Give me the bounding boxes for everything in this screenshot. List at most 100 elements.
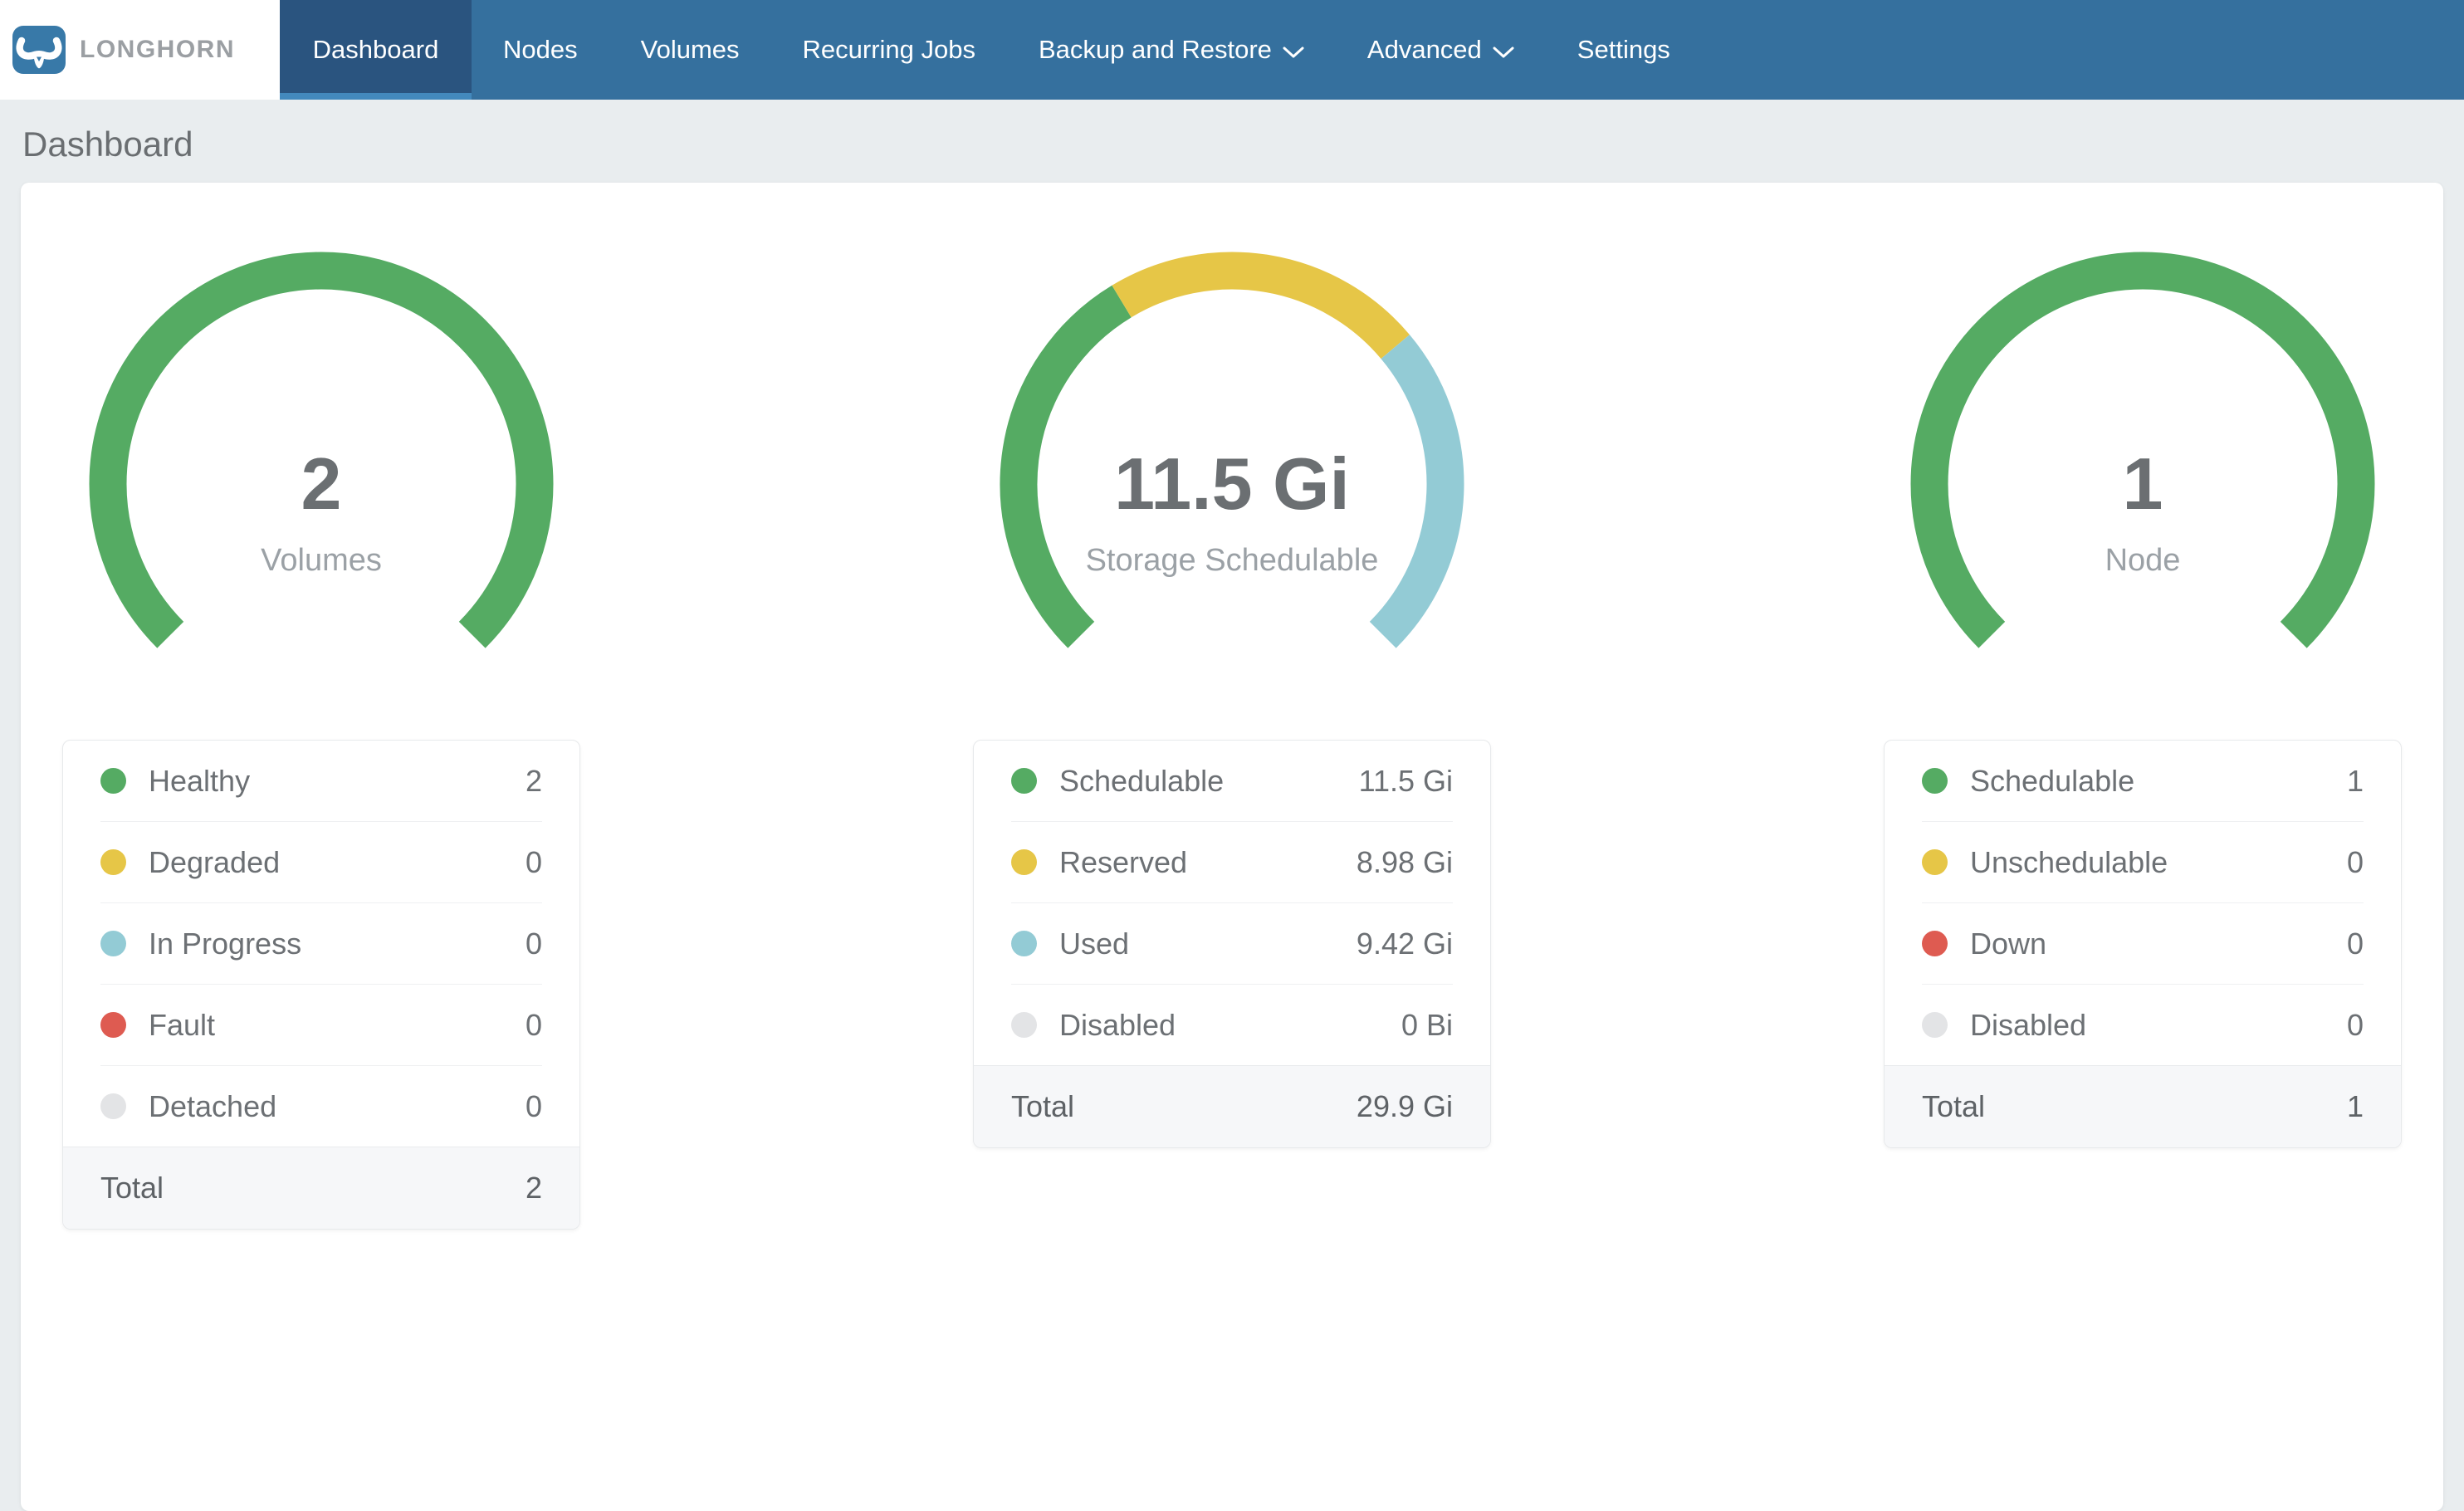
total-label: Total: [1011, 1089, 1357, 1124]
legend-label: Disabled: [1059, 1008, 1401, 1043]
gauge-arc-segment: [108, 271, 535, 635]
legend-label: Disabled: [1970, 1008, 2347, 1043]
legend-label: Schedulable: [1970, 764, 2347, 799]
legend-total-row: Total29.9 Gi: [974, 1065, 1490, 1147]
status-dot: [1011, 931, 1037, 956]
nav-item-advanced[interactable]: Advanced: [1336, 0, 1546, 100]
legend-row: Unschedulable0: [1922, 822, 2364, 903]
legend-value: 9.42 Gi: [1357, 927, 1453, 961]
gauge-chart: 11.5 GiStorage Schedulable: [1000, 242, 1464, 667]
total-value: 1: [2347, 1089, 2364, 1124]
chevron-down-icon: [1493, 46, 1514, 59]
chart-column: 11.5 GiStorage Schedulable Schedulable11.…: [973, 242, 1491, 1230]
legend-value: 8.98 Gi: [1357, 845, 1453, 880]
status-dot: [1011, 1012, 1037, 1038]
total-label: Total: [100, 1171, 526, 1205]
top-navbar: LONGHORN Dashboard Nodes Volumes Recurring …: [0, 0, 2464, 100]
longhorn-logo-icon: [12, 26, 66, 74]
nav-item-recurring-jobs[interactable]: Recurring Jobs: [771, 0, 1007, 100]
legend-rows: Schedulable11.5 GiReserved8.98 GiUsed9.4…: [974, 741, 1490, 1065]
legend-row: Schedulable11.5 Gi: [1011, 741, 1453, 822]
charts-row: 2VolumesHealthy2Degraded0In Progress0Fau…: [62, 242, 2402, 1230]
legend-value: 0: [526, 1008, 542, 1043]
legend-label: In Progress: [149, 927, 526, 961]
status-dot: [100, 1012, 126, 1038]
legend-row: Disabled0: [1922, 985, 2364, 1065]
legend-value: 11.5 Gi: [1359, 764, 1453, 799]
legend-value: 2: [526, 764, 542, 799]
legend-row: Reserved8.98 Gi: [1011, 822, 1453, 903]
nav-item-volumes[interactable]: Volumes: [609, 0, 771, 100]
legend-label: Schedulable: [1059, 764, 1359, 799]
longhorn-logo[interactable]: LONGHORN: [0, 0, 280, 100]
legend-row: Healthy2: [100, 741, 542, 822]
legend-table: Schedulable11.5 GiReserved8.98 GiUsed9.4…: [973, 740, 1491, 1148]
nav-item-backup-and-restore[interactable]: Backup and Restore: [1007, 0, 1336, 100]
legend-value: 0: [2347, 1008, 2364, 1043]
nav-item-nodes[interactable]: Nodes: [472, 0, 609, 100]
legend-row: Degraded0: [100, 822, 542, 903]
legend-value: 0 Bi: [1401, 1008, 1453, 1043]
legend-row: Used9.42 Gi: [1011, 903, 1453, 985]
nav-item-label: Settings: [1577, 35, 1670, 65]
page-title: Dashboard: [0, 100, 2464, 164]
gauge-chart: 1Node: [1910, 242, 2375, 667]
status-dot: [1922, 768, 1948, 794]
legend-row: Schedulable1: [1922, 741, 2364, 822]
status-dot: [100, 849, 126, 875]
status-dot: [100, 931, 126, 956]
legend-value: 0: [2347, 927, 2364, 961]
gauge-arc-segment: [1019, 301, 1122, 635]
status-dot: [1011, 768, 1037, 794]
dashboard-card: 2VolumesHealthy2Degraded0In Progress0Fau…: [21, 183, 2443, 1511]
legend-label: Unschedulable: [1970, 845, 2347, 880]
legend-row: Fault0: [100, 985, 542, 1066]
nav-item-dashboard[interactable]: Dashboard: [280, 0, 472, 100]
status-dot: [100, 1093, 126, 1119]
total-value: 29.9 Gi: [1357, 1089, 1453, 1124]
legend-row: Down0: [1922, 903, 2364, 985]
legend-row: Disabled0 Bi: [1011, 985, 1453, 1065]
nav-item-label: Backup and Restore: [1039, 35, 1272, 65]
total-value: 2: [526, 1171, 542, 1205]
legend-label: Down: [1970, 927, 2347, 961]
legend-table: Schedulable1Unschedulable0Down0Disabled0…: [1884, 740, 2402, 1148]
legend-value: 1: [2347, 764, 2364, 799]
legend-label: Used: [1059, 927, 1357, 961]
legend-label: Degraded: [149, 845, 526, 880]
nav-item-label: Volumes: [641, 35, 740, 65]
gauge-chart: 2Volumes: [89, 242, 554, 667]
legend-table: Healthy2Degraded0In Progress0Fault0Detac…: [62, 740, 580, 1230]
legend-rows: Schedulable1Unschedulable0Down0Disabled0: [1885, 741, 2401, 1065]
status-dot: [100, 768, 126, 794]
gauge-arc-segment: [1122, 271, 1396, 347]
chart-column: 1NodeSchedulable1Unschedulable0Down0Disa…: [1884, 242, 2402, 1230]
status-dot: [1011, 849, 1037, 875]
nav-item-label: Advanced: [1367, 35, 1482, 65]
total-label: Total: [1922, 1089, 2347, 1124]
legend-label: Fault: [149, 1008, 526, 1043]
nav-menu: Dashboard Nodes Volumes Recurring Jobs Backu…: [280, 0, 2464, 100]
gauge-arc: [1910, 242, 2375, 667]
nav-item-label: Nodes: [503, 35, 578, 65]
legend-value: 0: [526, 845, 542, 880]
gauge-arc: [89, 242, 554, 667]
gauge-arc-segment: [1929, 271, 2356, 635]
chevron-down-icon: [1283, 46, 1304, 59]
legend-row: In Progress0: [100, 903, 542, 985]
legend-row: Detached0: [100, 1066, 542, 1147]
legend-label: Healthy: [149, 764, 526, 799]
gauge-arc-segment: [1383, 347, 1445, 635]
nav-item-label: Recurring Jobs: [803, 35, 975, 65]
legend-value: 0: [2347, 845, 2364, 880]
legend-value: 0: [526, 1089, 542, 1124]
logo-text: LONGHORN: [80, 36, 235, 64]
status-dot: [1922, 931, 1948, 956]
nav-item-settings[interactable]: Settings: [1546, 0, 1702, 100]
nav-item-label: Dashboard: [313, 35, 439, 65]
legend-total-row: Total1: [1885, 1065, 2401, 1147]
legend-label: Reserved: [1059, 845, 1357, 880]
legend-value: 0: [526, 927, 542, 961]
chart-column: 2VolumesHealthy2Degraded0In Progress0Fau…: [62, 242, 580, 1230]
legend-rows: Healthy2Degraded0In Progress0Fault0Detac…: [63, 741, 579, 1147]
